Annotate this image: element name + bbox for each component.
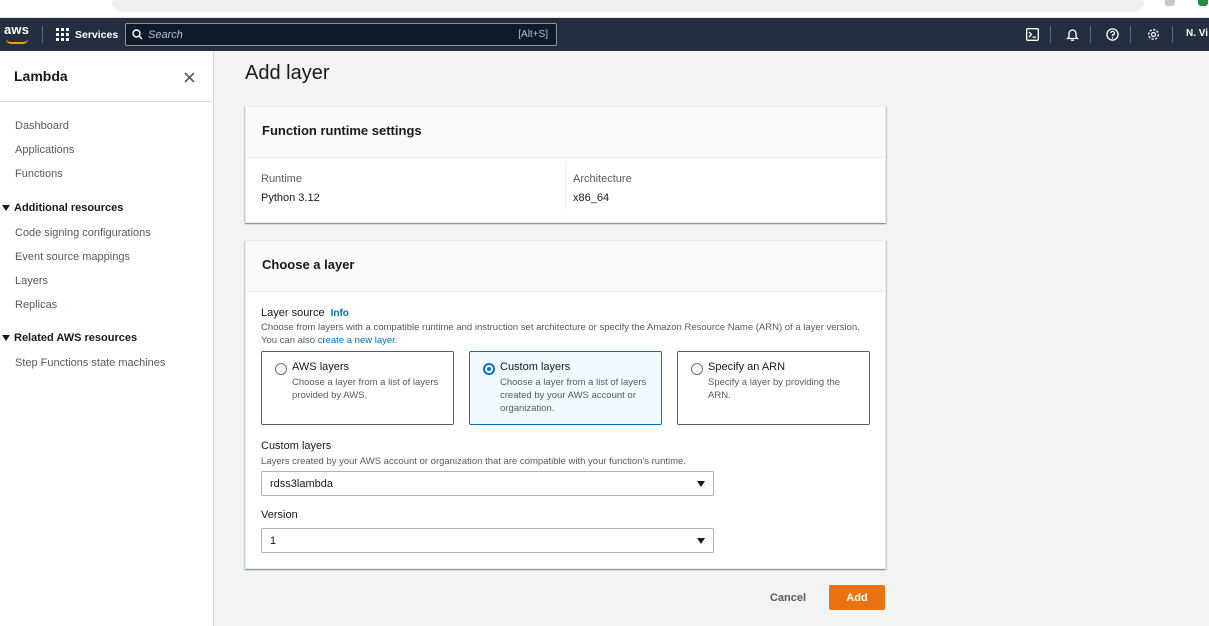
sidebar-section-label: Related AWS resources (14, 332, 138, 344)
sidebar-item-step-functions[interactable]: Step Functions state machines (15, 357, 165, 369)
sidebar-item-layers[interactable]: Layers (15, 275, 48, 287)
dropdown-caret-icon (697, 537, 705, 544)
caret-down-icon (2, 205, 10, 211)
sidebar-section-related-aws-resources[interactable]: Related AWS resources (2, 332, 137, 344)
grid-icon (56, 28, 69, 41)
option-description: Choose a layer from a list of layers pro… (292, 377, 439, 401)
custom-layers-selected-value: rdss3lambda (270, 477, 333, 490)
nav-separator (1090, 26, 1091, 43)
search-icon (126, 24, 148, 45)
sidebar: Lambda Dashboard Applications Functions … (0, 51, 214, 626)
custom-layers-select[interactable]: rdss3lambda (261, 471, 714, 496)
layer-source-label: Layer source Info (261, 307, 349, 319)
panel-title: Function runtime settings (246, 107, 885, 158)
aws-logo-text: aws (4, 22, 30, 37)
bell-icon[interactable] (1060, 18, 1084, 51)
custom-layers-label: Custom layers (261, 440, 332, 452)
page-title: Add layer (245, 62, 330, 84)
sidebar-item-dashboard[interactable]: Dashboard (15, 120, 69, 132)
architecture-value: x86_64 (573, 192, 610, 204)
browser-address-strip (0, 0, 1209, 18)
sidebar-item-event-source-mappings[interactable]: Event source mappings (15, 251, 130, 263)
dropdown-caret-icon (697, 480, 705, 487)
option-description: Specify a layer by providing the ARN. (708, 377, 841, 401)
column-divider (565, 163, 566, 209)
caret-down-icon (2, 335, 10, 341)
search-box[interactable]: [Alt+S] (125, 23, 557, 46)
search-input[interactable] (148, 28, 519, 41)
add-button[interactable]: Add (829, 585, 885, 610)
layer-source-option-specify-arn[interactable]: Specify an ARN Specify a layer by provid… (677, 351, 870, 425)
layer-source-label-text: Layer source (261, 307, 325, 319)
aws-smile-icon (6, 39, 28, 44)
close-icon[interactable] (180, 68, 198, 86)
nav-separator (1050, 26, 1051, 43)
architecture-label: Architecture (573, 173, 632, 185)
sidebar-item-functions[interactable]: Functions (15, 168, 63, 180)
services-menu-button[interactable]: Services (56, 26, 118, 43)
create-new-layer-link[interactable]: create a new layer. (318, 335, 398, 346)
radio-button[interactable] (691, 363, 703, 375)
radio-button[interactable] (275, 363, 287, 375)
cloudshell-icon[interactable] (1020, 18, 1044, 51)
info-link[interactable]: Info (331, 308, 349, 319)
aws-top-nav: aws Services [Alt+S] N. Vi (0, 18, 1209, 51)
search-shortcut-hint: [Alt+S] (518, 29, 548, 40)
custom-layers-description: Layers created by your AWS account or or… (261, 456, 686, 467)
layer-source-option-aws-layers[interactable]: AWS layers Choose a layer from a list of… (261, 351, 454, 425)
aws-logo[interactable]: aws (4, 22, 32, 46)
nav-separator (1172, 26, 1173, 43)
nav-divider (42, 26, 43, 43)
browser-extension-icon[interactable] (1165, 0, 1175, 6)
radio-button-selected[interactable] (483, 363, 495, 375)
sidebar-title[interactable]: Lambda (14, 68, 68, 84)
help-icon[interactable] (1100, 18, 1124, 51)
sidebar-divider (0, 101, 213, 102)
account-region-menu[interactable]: N. Vi (1186, 28, 1208, 39)
version-label: Version (261, 509, 298, 521)
services-label: Services (75, 28, 119, 41)
runtime-settings-panel: Function runtime settings Runtime Python… (245, 106, 886, 223)
layer-source-option-custom-layers[interactable]: Custom layers Choose a layer from a list… (469, 351, 662, 425)
option-title: Specify an ARN (708, 361, 786, 373)
panel-title: Choose a layer (246, 241, 885, 292)
layer-source-description: Choose from layers with a compatible run… (261, 321, 861, 347)
runtime-value: Python 3.12 (261, 192, 320, 204)
browser-url-bar[interactable] (112, 0, 1144, 12)
gear-icon[interactable] (1141, 18, 1165, 51)
version-select[interactable]: 1 (261, 528, 714, 553)
choose-layer-panel: Choose a layer Layer source Info Choose f… (245, 240, 886, 569)
nav-separator (1130, 26, 1131, 43)
sidebar-section-label: Additional resources (14, 202, 124, 214)
runtime-label: Runtime (261, 173, 302, 185)
version-selected-value: 1 (270, 534, 277, 547)
sidebar-item-code-signing[interactable]: Code signing configurations (15, 227, 151, 239)
cancel-button[interactable]: Cancel (757, 585, 819, 610)
sidebar-section-additional-resources[interactable]: Additional resources (2, 202, 123, 214)
option-title: Custom layers (500, 361, 571, 373)
option-title: AWS layers (292, 361, 350, 373)
sidebar-item-applications[interactable]: Applications (15, 144, 74, 156)
sidebar-item-replicas[interactable]: Replicas (15, 299, 57, 311)
option-description: Choose a layer from a list of layers cre… (500, 377, 647, 414)
browser-profile-icon[interactable] (1198, 0, 1208, 6)
